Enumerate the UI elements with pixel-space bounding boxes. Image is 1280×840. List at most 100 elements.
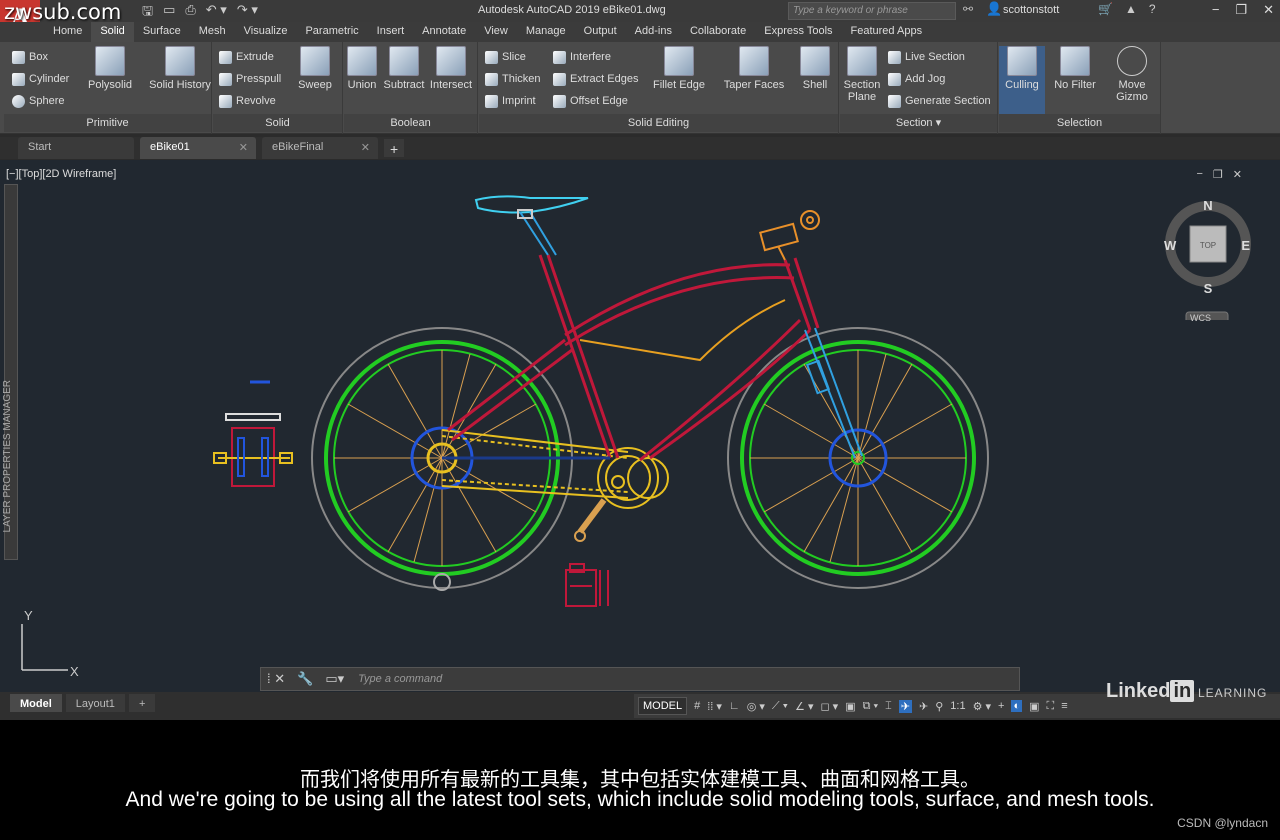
user-icon[interactable]: 👤 <box>986 1 1002 17</box>
tab-parametric[interactable]: Parametric <box>296 22 367 42</box>
culling-button[interactable]: Culling <box>999 46 1045 114</box>
tab-express-tools[interactable]: Express Tools <box>755 22 841 42</box>
tab-addins[interactable]: Add-ins <box>626 22 681 42</box>
search-input[interactable]: Type a keyword or phrase <box>788 2 956 20</box>
doc-tab-start[interactable]: Start <box>18 137 134 159</box>
box-button[interactable]: Box <box>12 48 48 66</box>
undo-icon[interactable]: ↶ ▾ <box>206 2 227 24</box>
doc-tab-ebike01[interactable]: eBike01 ✕ <box>140 137 256 159</box>
credit-label: CSDN @lyndacn <box>1177 816 1268 830</box>
extrude-icon <box>219 50 232 64</box>
polysolid-button[interactable]: Polysolid <box>80 46 140 91</box>
ortho-icon[interactable]: ∟ <box>729 700 740 712</box>
tab-solid[interactable]: Solid <box>91 22 134 42</box>
command-customize-icon[interactable]: 🔧 <box>291 671 319 687</box>
tab-visualize[interactable]: Visualize <box>235 22 297 42</box>
filter-icon <box>1060 46 1090 76</box>
no-filter-button[interactable]: No Filter <box>1047 46 1103 91</box>
grid-icon[interactable]: # <box>694 700 700 712</box>
3d-osnap-icon[interactable]: ⧉ ▾ <box>863 700 879 713</box>
model-space-button[interactable]: MODEL <box>638 697 688 715</box>
username[interactable]: scottonstott <box>1003 4 1059 16</box>
wcs-label[interactable]: WCS <box>1190 313 1211 323</box>
annotation-visibility-icon[interactable]: ✈ <box>898 699 912 713</box>
imprint-button[interactable]: Imprint <box>485 92 536 110</box>
thicken-button[interactable]: Thicken <box>485 70 541 88</box>
polar-icon[interactable]: ◎ ▾ <box>747 700 765 713</box>
command-recent-icon[interactable]: ▭▾ <box>319 671 350 687</box>
viewcube[interactable]: TOP N S E W <box>1162 200 1252 320</box>
taper-faces-button[interactable]: Taper Faces <box>719 46 789 91</box>
panel-title-section[interactable]: Section ▾ <box>840 114 997 132</box>
ucs-dynamic-icon[interactable]: ⌶ <box>885 700 892 713</box>
print-icon[interactable]: ⎙ <box>185 2 195 24</box>
save-icon[interactable]: 🖫 <box>142 2 153 24</box>
sphere-button[interactable]: Sphere <box>12 92 64 110</box>
redo-icon[interactable]: ↷ ▾ <box>237 2 258 24</box>
workspace-gear-icon[interactable]: ⚙ ▾ <box>973 700 991 713</box>
a360-icon[interactable]: ▲ <box>1125 2 1137 16</box>
auto-scale-icon[interactable]: ✈ <box>919 700 928 713</box>
head-tube <box>783 257 820 331</box>
move-gizmo-button[interactable]: Move Gizmo <box>1105 46 1159 103</box>
close-icon[interactable]: ✕ <box>1263 2 1274 18</box>
annotation-scale-icon[interactable]: ⚲ <box>935 700 943 713</box>
cylinder-button[interactable]: Cylinder <box>12 70 69 88</box>
close-tab-icon[interactable]: ✕ <box>239 141 248 154</box>
add-jog-button[interactable]: Add Jog <box>888 70 945 88</box>
tab-insert[interactable]: Insert <box>368 22 414 42</box>
doc-tab-ebikefinal[interactable]: eBikeFinal ✕ <box>262 137 378 159</box>
isolate-icon[interactable]: ◐ <box>1011 700 1023 712</box>
command-close-icon[interactable]: ⁞ ✕ <box>261 671 291 687</box>
selection-cycling-icon[interactable]: ▣ <box>845 700 855 713</box>
add-layout-button[interactable]: + <box>128 694 156 712</box>
snap-icon[interactable]: ⁞⁞ ▾ <box>707 700 722 713</box>
saddle <box>474 195 589 256</box>
solid-history-button[interactable]: Solid History <box>144 46 216 91</box>
close-tab-icon[interactable]: ✕ <box>361 141 370 154</box>
quick-access-toolbar: 🖫 ▭ ⎙ ↶ ▾ ↷ ▾ <box>142 2 258 24</box>
tab-featured-apps[interactable]: Featured Apps <box>842 22 932 42</box>
extrude-button[interactable]: Extrude <box>219 48 274 66</box>
layout-tab-layout1[interactable]: Layout1 <box>65 694 125 712</box>
tab-manage[interactable]: Manage <box>517 22 575 42</box>
live-section-button[interactable]: Live Section <box>888 48 965 66</box>
tab-mesh[interactable]: Mesh <box>190 22 235 42</box>
intersect-button[interactable]: Intersect <box>421 46 481 91</box>
tab-surface[interactable]: Surface <box>134 22 190 42</box>
tab-home[interactable]: Home <box>44 22 91 42</box>
cart-icon[interactable]: 🛒 <box>1098 2 1113 16</box>
binoculars-icon[interactable]: ⚯ <box>963 2 973 16</box>
presspull-button[interactable]: Presspull <box>219 70 281 88</box>
tab-view[interactable]: View <box>475 22 517 42</box>
annotation-scale-value[interactable]: 1:1 <box>950 700 965 712</box>
isodraft-icon[interactable]: ∠ ▾ <box>795 700 813 713</box>
tab-output[interactable]: Output <box>575 22 626 42</box>
layout-tab-model[interactable]: Model <box>10 694 62 712</box>
saveas-icon[interactable]: ▭ <box>163 2 175 24</box>
slice-button[interactable]: Slice <box>485 48 526 66</box>
clean-screen-icon[interactable]: ⛶ <box>1047 700 1055 713</box>
command-input[interactable]: Type a command <box>358 673 442 685</box>
fillet-edge-button[interactable]: Fillet Edge <box>647 46 711 91</box>
customization-icon[interactable]: ≡ <box>1061 700 1067 712</box>
offset-edge-button[interactable]: Offset Edge <box>553 92 628 110</box>
interfere-button[interactable]: Interfere <box>553 48 611 66</box>
osnap-tracking-icon[interactable]: ⟋ ▾ <box>772 700 788 713</box>
thicken-icon <box>485 72 498 86</box>
section-plane-button[interactable]: Section Plane <box>832 46 892 103</box>
help-icon[interactable]: ? <box>1149 2 1156 16</box>
new-tab-button[interactable]: + <box>384 139 405 157</box>
generate-section-button[interactable]: Generate Section <box>888 92 991 110</box>
revolve-button[interactable]: Revolve <box>219 92 276 110</box>
annotation-monitor-icon[interactable]: + <box>998 700 1004 712</box>
osnap-icon[interactable]: ◻ ▾ <box>821 700 839 713</box>
panel-title-solid: Solid <box>213 114 342 132</box>
extract-edges-button[interactable]: Extract Edges <box>553 70 638 88</box>
tab-collaborate[interactable]: Collaborate <box>681 22 755 42</box>
minimize-icon[interactable]: − <box>1212 2 1220 18</box>
restore-icon[interactable]: ❐ <box>1235 2 1247 18</box>
drawing-area[interactable]: [−][Top][2D Wireframe] − ❐ ✕ LAYER PROPE… <box>0 160 1280 692</box>
hardware-accel-icon[interactable]: ▣ <box>1029 700 1039 713</box>
tab-annotate[interactable]: Annotate <box>413 22 475 42</box>
